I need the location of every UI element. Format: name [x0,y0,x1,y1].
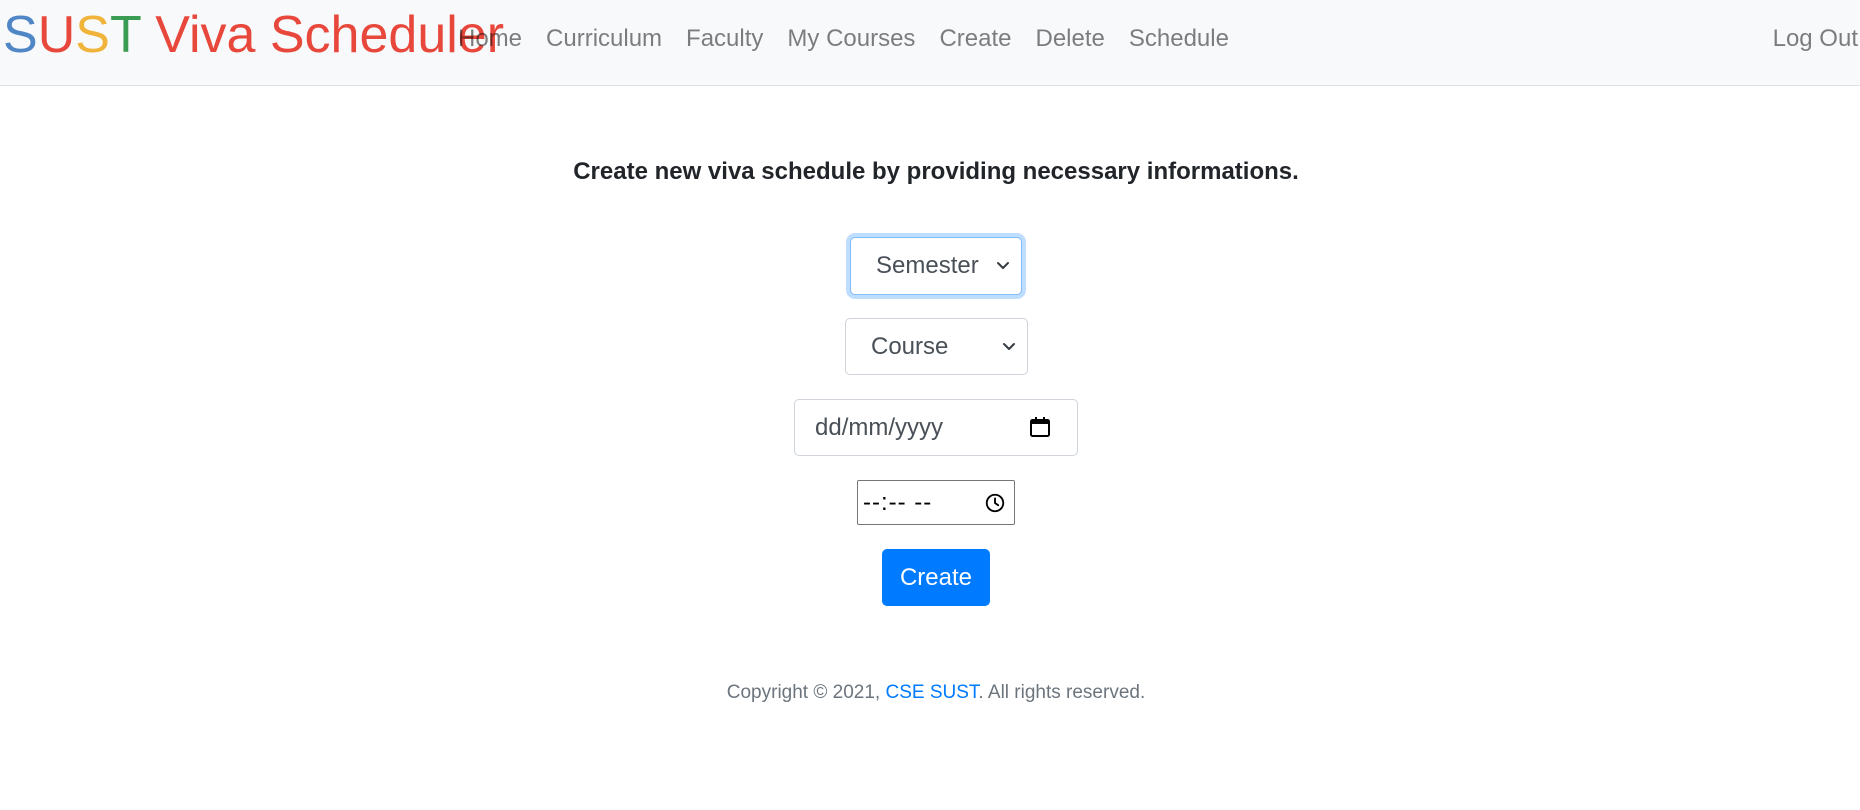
nav-link-schedule[interactable]: Schedule [1117,25,1241,53]
footer-copyright-suffix: . All rights reserved. [978,682,1146,703]
footer-copyright-prefix: Copyright © 2021, [726,682,886,703]
chevron-down-icon [997,262,1009,269]
brand-letter-u: U [37,6,76,64]
brand-letter-s-second: S [75,6,110,64]
semester-select[interactable]: Semester [850,237,1022,295]
nav-link-my-courses[interactable]: My Courses [775,25,927,53]
brand-logo[interactable]: SUST Viva Scheduler [3,0,504,70]
footer-cse-sust-link[interactable]: CSE SUST [885,682,978,703]
chevron-down-icon [1003,342,1015,350]
brand-letter-t: T [109,6,141,64]
clock-icon[interactable] [984,492,1006,514]
nav-link-curriculum[interactable]: Curriculum [534,25,674,53]
calendar-icon[interactable] [1028,415,1052,439]
time-placeholder: --:-- -- [863,488,933,516]
course-select-value: Course [871,332,949,360]
nav-link-faculty[interactable]: Faculty [674,25,775,53]
nav-links: Home Curriculum Faculty My Courses Creat… [446,0,1241,78]
date-placeholder: dd/mm/yyyy [815,413,944,441]
nav-link-create[interactable]: Create [927,25,1023,53]
navbar: SUST Viva Scheduler Home Curriculum Facu… [0,0,1860,86]
create-button[interactable]: Create [882,549,990,606]
nav-link-home[interactable]: Home [446,25,534,53]
nav-link-delete[interactable]: Delete [1023,25,1116,53]
course-select[interactable]: Course [845,318,1028,375]
logout-link[interactable]: Log Out [1773,0,1858,78]
time-input[interactable]: --:-- -- [857,480,1015,525]
date-input[interactable]: dd/mm/yyyy [794,399,1078,456]
footer: Copyright © 2021, CSE SUST. All rights r… [0,682,1860,704]
semester-select-value: Semester [876,252,979,279]
form-heading: Create new viva schedule by providing ne… [573,158,1299,185]
brand-letter-s: S [3,6,38,64]
